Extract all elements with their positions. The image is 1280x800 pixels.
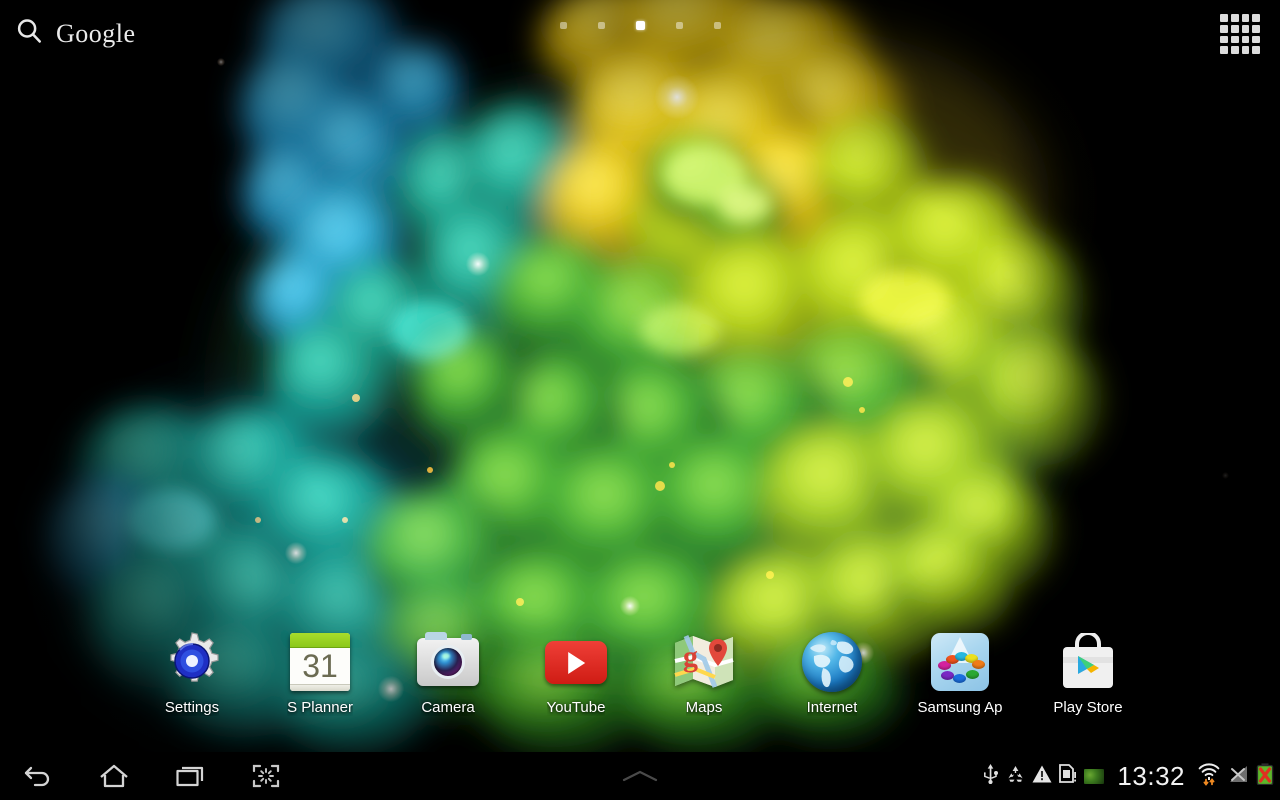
chevron-up-icon[interactable]	[595, 752, 685, 800]
grid-cell	[1241, 35, 1250, 44]
maps-icon: g	[672, 630, 736, 694]
sparkle-highlight	[655, 75, 699, 119]
home-icon[interactable]	[76, 752, 152, 800]
svg-text:g: g	[683, 640, 698, 673]
settings-gear-icon	[160, 630, 224, 694]
grid-cell	[1241, 24, 1250, 33]
status-clock: 13:32	[1117, 760, 1185, 791]
nav-button-group	[0, 752, 304, 800]
sparkle-highlight	[285, 542, 307, 564]
battery-error-icon	[1256, 762, 1274, 790]
page-dot-1[interactable]	[559, 22, 567, 29]
app-label: Camera	[421, 699, 475, 716]
grid-cell	[1252, 14, 1260, 22]
grid-cell	[1230, 24, 1239, 33]
sparkle-highlight	[466, 252, 490, 276]
page-indicator	[0, 21, 1280, 30]
page-dot-4[interactable]	[675, 22, 683, 29]
status-area[interactable]: 13:32	[982, 752, 1274, 800]
grid-cell	[1241, 14, 1250, 22]
sparkle-highlight	[620, 596, 640, 616]
app-icon-samsung-apps[interactable]: Samsung Ap	[896, 630, 1024, 740]
recycle-icon	[1006, 765, 1025, 788]
grid-cell	[1230, 14, 1239, 22]
app-icon-youtube[interactable]: YouTube	[512, 630, 640, 740]
calendar-icon: 31	[288, 630, 352, 694]
apps-grid-icon[interactable]	[1220, 14, 1260, 54]
grid-cell	[1220, 35, 1228, 44]
no-signal-icon	[1227, 764, 1249, 789]
app-icon-internet[interactable]: Internet	[768, 630, 896, 740]
app-icon-settings[interactable]: Settings	[128, 630, 256, 740]
app-label: Settings	[164, 699, 220, 716]
calendar-day-number: 31	[302, 648, 338, 684]
app-icon-s-planner[interactable]: 31 S Planner	[256, 630, 384, 740]
grid-cell	[1220, 14, 1228, 22]
app-icon-camera[interactable]: Camera	[384, 630, 512, 740]
warning-triangle-icon	[1032, 765, 1052, 788]
usb-icon	[982, 763, 999, 789]
screen-capture-icon[interactable]	[228, 752, 304, 800]
recent-apps-icon[interactable]	[152, 752, 228, 800]
page-dot-2[interactable]	[597, 22, 605, 29]
app-label: Play Store	[1053, 699, 1123, 716]
grid-cell	[1230, 46, 1239, 54]
app-icon-maps[interactable]: g Maps	[640, 630, 768, 740]
system-navigation-bar: 13:32	[0, 752, 1280, 800]
page-dot-3[interactable]	[635, 21, 645, 30]
globe-browser-icon	[800, 630, 864, 694]
app-icon-play-store[interactable]: Play Store	[1024, 630, 1152, 740]
app-label: Maps	[685, 699, 723, 716]
grid-cell	[1252, 46, 1260, 54]
page-dot-5[interactable]	[713, 22, 721, 29]
play-store-icon	[1056, 630, 1120, 694]
app-label: Samsung Ap	[917, 699, 1003, 716]
grid-cell	[1230, 35, 1239, 44]
app-label: S Planner	[287, 699, 353, 716]
grid-cell	[1220, 46, 1228, 54]
camera-icon	[416, 630, 480, 694]
back-arrow-icon[interactable]	[0, 752, 76, 800]
grid-cell	[1220, 24, 1228, 33]
samsung-apps-icon	[928, 630, 992, 694]
grid-cell	[1241, 46, 1250, 54]
app-label: YouTube	[546, 699, 606, 716]
home-screen: Google Settings 31 S Planner Camera YouT…	[0, 0, 1280, 800]
grid-cell	[1252, 24, 1260, 33]
sparkle-highlight	[1222, 472, 1229, 479]
youtube-icon	[544, 630, 608, 694]
wifi-transfer-icon	[1198, 762, 1220, 791]
sd-card-warning-icon	[1059, 764, 1077, 788]
app-label: Internet	[806, 699, 858, 716]
grid-cell	[1252, 35, 1260, 44]
app-dock: Settings 31 S Planner Camera YouTube g M…	[0, 630, 1280, 740]
image-thumbnail-icon	[1084, 768, 1105, 784]
top-bar: Google	[0, 0, 1280, 62]
